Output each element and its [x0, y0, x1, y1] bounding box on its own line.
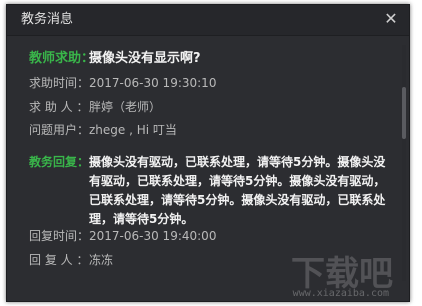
help-time-label: 求助时间：: [29, 76, 90, 90]
problem-user-row: 问题用户：zhege , Hi 叮当: [29, 121, 177, 139]
replier-label: 回 复 人 ：: [29, 253, 89, 267]
replier-value: 冻冻: [89, 253, 114, 267]
close-icon[interactable]: ✕: [383, 11, 399, 27]
replier-row: 回 复 人 ：冻冻: [29, 251, 113, 269]
watermark: 下载吧 www.xiazaiba.com: [283, 253, 403, 301]
title-bar: 教务消息 ✕: [7, 5, 409, 36]
message-dialog: 教务消息 ✕ 教师求助：摄像头没有显示啊? 求助时间：2017-06-30 19…: [6, 4, 410, 302]
help-question-text: 摄像头没有显示啊?: [89, 51, 201, 66]
help-label: 教师求助：: [29, 51, 95, 66]
requester-row: 求 助 人 ：胖婷（老师）: [29, 98, 161, 116]
scrollbar-thumb[interactable]: [402, 87, 406, 139]
requester-label: 求 助 人 ：: [29, 100, 89, 114]
vertical-scrollbar[interactable]: [402, 45, 406, 281]
problem-user-label: 问题用户：: [29, 123, 90, 137]
watermark-url: www.xiazaiba.com: [292, 288, 389, 299]
watermark-logo: 下载吧: [291, 254, 393, 294]
help-time-row: 求助时间：2017-06-30 19:30:10: [29, 74, 216, 92]
problem-user-value: zhege , Hi 叮当: [89, 123, 177, 137]
reply-time-value: 2017-06-30 19:40:00: [89, 229, 217, 243]
requester-value: 胖婷（老师）: [89, 100, 162, 114]
reply-time-row: 回复时间：2017-06-30 19:40:00: [29, 227, 216, 245]
reply-time-label: 回复时间：: [29, 229, 90, 243]
dialog-title: 教务消息: [21, 12, 74, 27]
help-time-value: 2017-06-30 19:30:10: [89, 76, 217, 90]
help-question-row: 教师求助：摄像头没有显示啊?: [29, 49, 201, 68]
reply-label: 教务回复：: [29, 155, 90, 169]
reply-text: 摄像头没有驱动，已联系处理，请等待5分钟。摄像头没有驱动，已联系处理，请等待5分…: [89, 155, 386, 226]
